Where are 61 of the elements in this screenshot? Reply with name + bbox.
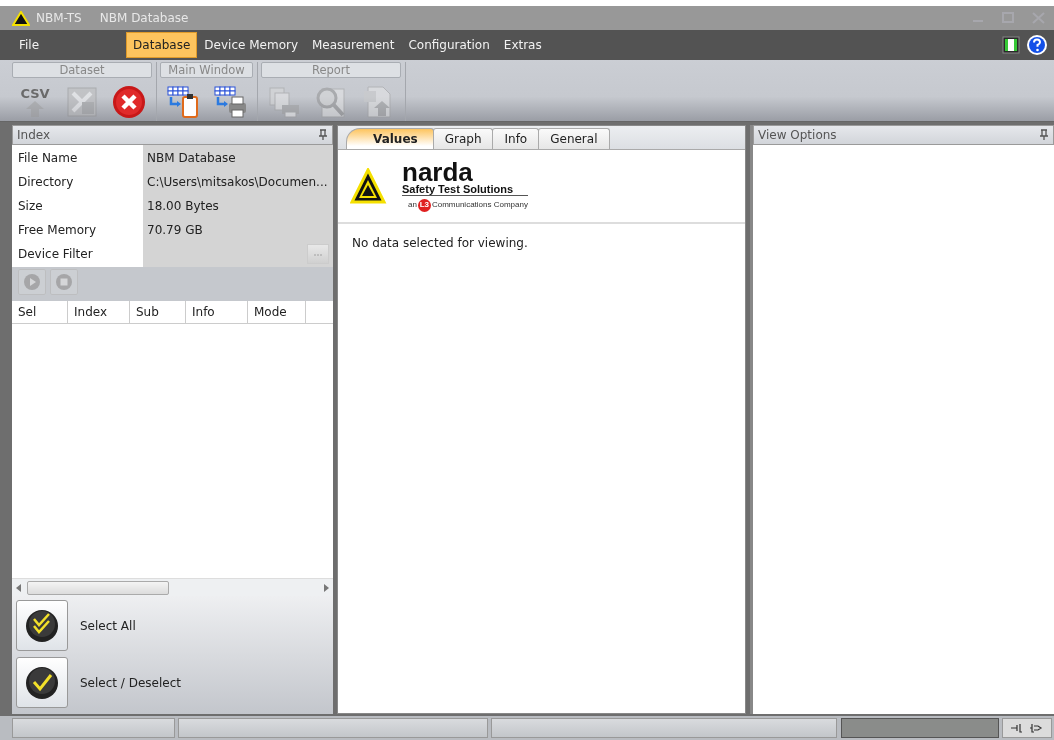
pin-icon[interactable] bbox=[1039, 129, 1049, 141]
property-label: Size bbox=[12, 193, 143, 219]
dots-icon bbox=[313, 252, 323, 257]
connection-icon bbox=[1010, 723, 1044, 733]
menu-item[interactable]: Extras bbox=[496, 32, 549, 58]
up-arrow-icon bbox=[24, 99, 46, 118]
column-header[interactable]: Sel bbox=[12, 301, 68, 323]
column-header[interactable]: Info bbox=[186, 301, 248, 323]
double-check-icon bbox=[25, 608, 59, 643]
tab[interactable]: Values bbox=[346, 128, 434, 149]
table-printer-icon bbox=[213, 85, 247, 119]
property-label: Directory bbox=[12, 169, 143, 195]
scroll-left-icon[interactable] bbox=[16, 583, 21, 592]
tab[interactable]: Info bbox=[492, 128, 540, 149]
action-button[interactable]: Select / Deselect bbox=[16, 657, 329, 708]
app-name: NBM-TS bbox=[36, 10, 82, 27]
property-value: C:\Users\mitsakos\Documen... bbox=[143, 169, 333, 195]
tab[interactable]: Graph bbox=[432, 128, 494, 149]
menu-item[interactable]: Configuration bbox=[401, 32, 497, 58]
check-icon bbox=[25, 665, 59, 700]
property-label: File Name bbox=[12, 145, 143, 171]
column-header[interactable]: Index bbox=[68, 301, 130, 323]
property-value: 18.00 Bytes bbox=[143, 193, 333, 219]
logo-suffix: Communications Company bbox=[431, 199, 528, 211]
toolbar-group-label: Main Window bbox=[160, 62, 253, 78]
spreadsheet-icon bbox=[66, 86, 98, 118]
logo-badge: L3 bbox=[417, 198, 431, 212]
panel-title: View Options bbox=[758, 127, 837, 144]
tab[interactable]: General bbox=[538, 128, 610, 149]
menu-item[interactable]: File bbox=[12, 32, 47, 58]
preview-icon bbox=[314, 85, 348, 119]
toolbar-group-label: Report bbox=[261, 62, 401, 78]
delete-icon bbox=[112, 85, 146, 119]
pages-printer-icon bbox=[267, 85, 301, 119]
warning-triangle-icon bbox=[12, 10, 30, 26]
property-label: Device Filter bbox=[12, 241, 143, 267]
column-header[interactable]: Mode bbox=[248, 301, 306, 323]
property-value: 70.79 GB bbox=[143, 217, 333, 243]
film-icon[interactable] bbox=[1002, 36, 1020, 54]
empty-message: No data selected for viewing. bbox=[351, 235, 529, 252]
stop-icon bbox=[55, 273, 73, 292]
play-icon bbox=[23, 273, 41, 292]
logo-name: narda bbox=[402, 160, 473, 183]
toolbar-group-label: Dataset bbox=[12, 62, 152, 78]
property-value: NBM Database bbox=[143, 145, 333, 171]
scroll-right-icon[interactable] bbox=[324, 583, 329, 592]
table-clipboard-icon bbox=[166, 85, 200, 119]
menu-item[interactable]: Database bbox=[126, 32, 198, 58]
column-header[interactable]: Sub bbox=[130, 301, 186, 323]
window-title: NBM Database bbox=[99, 10, 189, 27]
property-label: Free Memory bbox=[12, 217, 143, 243]
pin-icon[interactable] bbox=[318, 129, 328, 141]
menu-item[interactable]: Device Memory bbox=[197, 32, 305, 58]
horizontal-scrollbar[interactable] bbox=[12, 578, 333, 596]
logo-prefix: an bbox=[408, 199, 417, 211]
action-button[interactable]: Select All bbox=[16, 600, 329, 651]
logo-tagline: Safety Test Solutions bbox=[402, 182, 528, 196]
menu-item[interactable]: Measurement bbox=[305, 32, 402, 58]
panel-title: Index bbox=[17, 127, 51, 144]
help-icon[interactable] bbox=[1026, 34, 1048, 56]
scroll-thumb[interactable] bbox=[27, 580, 169, 595]
